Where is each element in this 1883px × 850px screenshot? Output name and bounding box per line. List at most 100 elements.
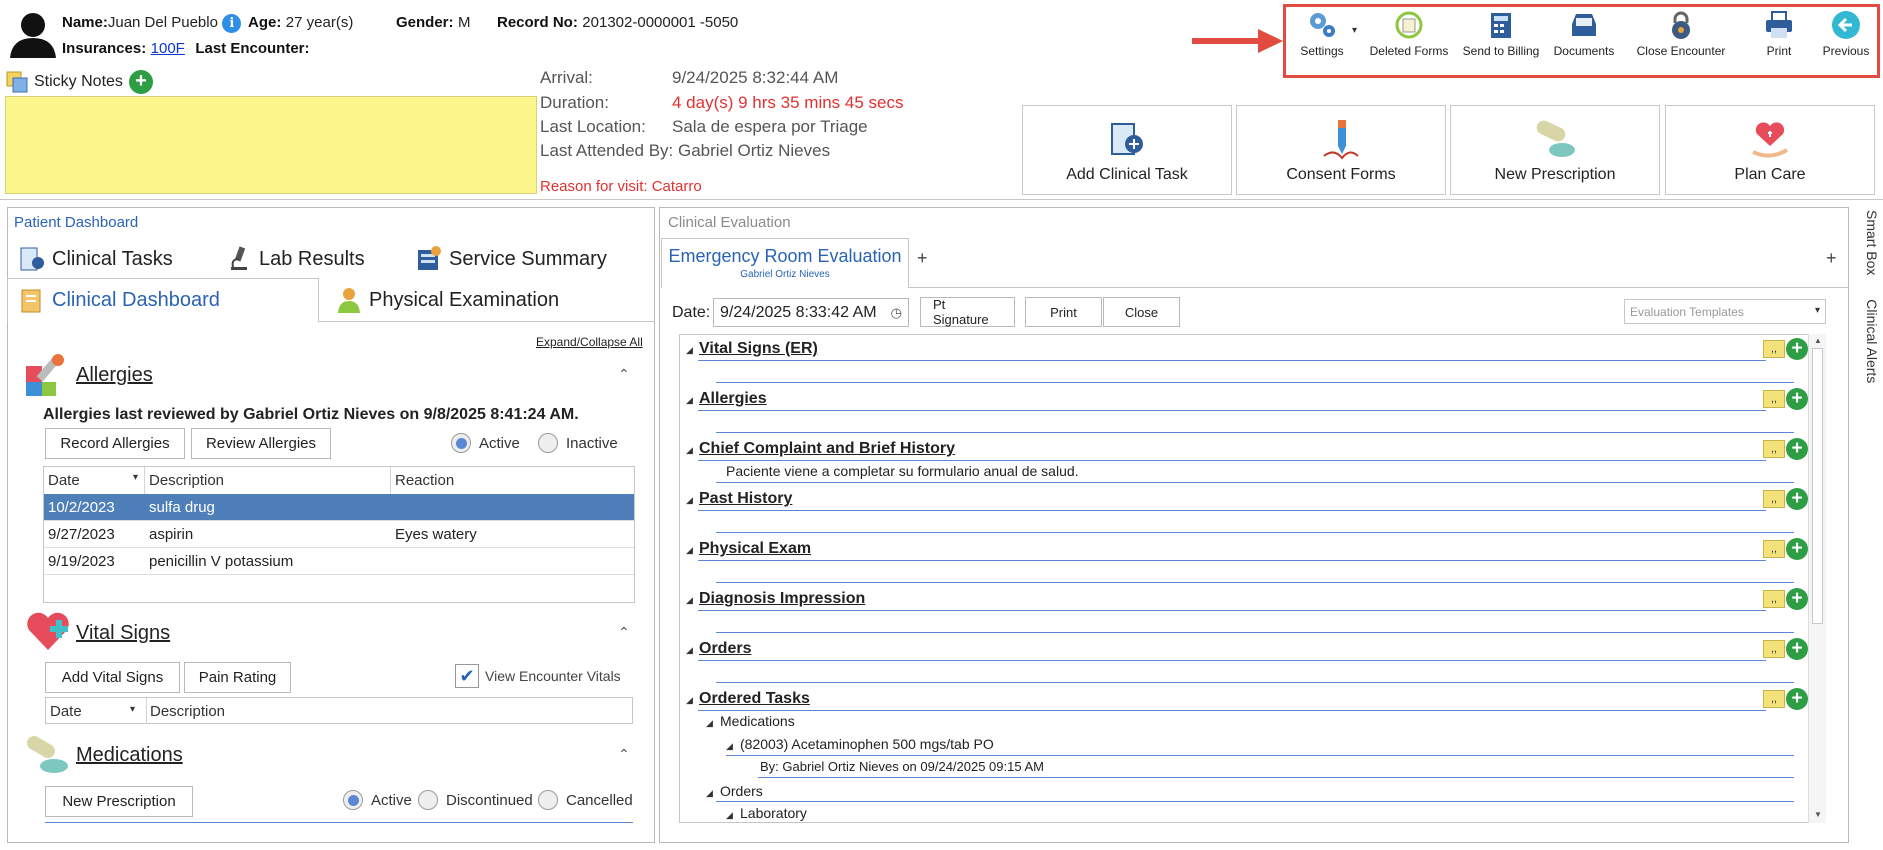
collapse-medications-icon[interactable]: ⌃ xyxy=(618,746,630,763)
add-section-item-button[interactable]: + xyxy=(1786,338,1808,360)
clinical-alerts-tab[interactable]: Clinical Alerts xyxy=(1864,299,1880,383)
evaluation-scrollbar[interactable]: ▲ ▼ xyxy=(1808,334,1826,823)
add-section-item-button[interactable]: + xyxy=(1786,638,1808,660)
quote-note-icon[interactable]: ,, xyxy=(1763,640,1785,658)
close-encounter-button[interactable]: Close Encounter xyxy=(1626,10,1736,58)
collapse-triangle-icon[interactable]: ◢ xyxy=(686,395,693,406)
tab-physical-examination[interactable]: Physical Examination xyxy=(335,286,559,314)
pain-rating-button[interactable]: Pain Rating xyxy=(184,662,291,693)
column-header-description[interactable]: Description xyxy=(145,467,391,494)
print-button[interactable]: Print xyxy=(1744,10,1814,58)
insurance-link[interactable]: 100F xyxy=(151,40,185,57)
add-tab-icon[interactable]: + xyxy=(917,248,928,269)
collapse-triangle-icon[interactable]: ◢ xyxy=(686,445,693,456)
column-header-date[interactable]: Date ▾ xyxy=(44,467,145,494)
pills-icon xyxy=(1536,120,1575,157)
add-section-item-button[interactable]: + xyxy=(1786,488,1808,510)
allergies-inactive-radio[interactable]: Inactive xyxy=(538,433,618,453)
evaluation-date-input[interactable]: 9/24/2025 8:33:42 AM ◷ xyxy=(713,298,909,327)
scroll-up-icon: ▲ xyxy=(1814,336,1822,345)
collapse-triangle-icon[interactable]: ◢ xyxy=(686,495,693,506)
record-allergies-button[interactable]: Record Allergies xyxy=(45,428,185,459)
tab-lab-results[interactable]: Lab Results xyxy=(225,245,365,273)
table-row[interactable]: 10/2/2023 sulfa drug xyxy=(44,494,634,521)
heart-hand-icon xyxy=(1752,122,1789,158)
tab-service-summary[interactable]: Service Summary xyxy=(415,245,607,273)
medications-cancelled-radio[interactable]: Cancelled xyxy=(538,790,633,810)
gear-icon xyxy=(1310,13,1335,37)
collapse-triangle-icon[interactable]: ◢ xyxy=(726,810,733,821)
collapse-allergies-icon[interactable]: ⌃ xyxy=(618,366,630,383)
evaluation-close-button[interactable]: Close xyxy=(1103,297,1180,327)
evaluation-sections: ◢ Vital Signs (ER) ,, + ◢ Allergies ,, +… xyxy=(679,334,1826,823)
medications-discontinued-radio[interactable]: Discontinued xyxy=(418,790,533,810)
vital-signs-title[interactable]: Vital Signs xyxy=(76,622,170,645)
consent-forms-button[interactable]: Consent Forms xyxy=(1236,105,1446,195)
column-header-reaction[interactable]: Reaction xyxy=(391,467,634,494)
previous-button[interactable]: Previous xyxy=(1814,10,1878,58)
pen-signature-icon xyxy=(1323,120,1359,160)
quote-note-icon[interactable]: ,, xyxy=(1763,440,1785,458)
evaluation-print-button[interactable]: Print xyxy=(1025,297,1102,327)
settings-button[interactable]: Settings xyxy=(1292,10,1352,58)
quote-note-icon[interactable]: ,, xyxy=(1763,390,1785,408)
smart-box-tab[interactable]: Smart Box xyxy=(1864,210,1880,275)
expand-collapse-all-link[interactable]: Expand/Collapse All xyxy=(536,335,643,349)
section-vital-signs-er: ◢ Vital Signs (ER) ,, + xyxy=(680,335,1820,385)
medications-table-edge xyxy=(45,822,633,825)
add-clinical-task-button[interactable]: Add Clinical Task xyxy=(1022,105,1232,195)
collapse-triangle-icon[interactable]: ◢ xyxy=(686,695,693,706)
settings-dropdown-icon[interactable]: ▾ xyxy=(1352,25,1357,36)
plan-care-button[interactable]: Plan Care xyxy=(1665,105,1875,195)
ordered-laboratory-label: Laboratory xyxy=(740,805,807,821)
allergies-active-radio[interactable]: Active xyxy=(451,433,520,453)
clinical-task-icon xyxy=(1111,123,1143,155)
chief-complaint-text: Paciente viene a completar su formulario… xyxy=(726,463,1079,479)
collapse-triangle-icon[interactable]: ◢ xyxy=(706,788,713,799)
view-encounter-vitals-checkbox[interactable]: ✔ View Encounter Vitals xyxy=(455,664,621,688)
lock-icon xyxy=(1672,11,1690,39)
quote-note-icon[interactable]: ,, xyxy=(1763,690,1785,708)
deleted-forms-button[interactable]: Deleted Forms xyxy=(1364,10,1454,58)
info-icon[interactable]: i xyxy=(222,14,242,33)
collapse-triangle-icon[interactable]: ◢ xyxy=(706,718,713,729)
date-label: Date: xyxy=(672,304,711,321)
tab-clinical-tasks[interactable]: Clinical Tasks xyxy=(18,245,173,273)
table-row[interactable]: 9/19/2023 penicillin V potassium xyxy=(44,548,634,575)
tab-clinical-dashboard[interactable]: Clinical Dashboard xyxy=(7,278,319,322)
evaluation-templates-select[interactable]: Evaluation Templates ▾ xyxy=(1624,299,1826,324)
service-summary-icon xyxy=(418,246,441,270)
chevron-down-icon: ▾ xyxy=(1814,305,1820,316)
pt-signature-button[interactable]: Pt Signature xyxy=(920,297,1015,327)
collapse-triangle-icon[interactable]: ◢ xyxy=(686,645,693,656)
medications-active-radio[interactable]: Active xyxy=(343,790,412,810)
send-to-billing-button[interactable]: Send to Billing xyxy=(1456,10,1546,58)
quote-note-icon[interactable]: ,, xyxy=(1763,340,1785,358)
documents-button[interactable]: Documents xyxy=(1544,10,1624,58)
quote-note-icon[interactable]: ,, xyxy=(1763,490,1785,508)
add-section-item-button[interactable]: + xyxy=(1786,388,1808,410)
collapse-triangle-icon[interactable]: ◢ xyxy=(686,345,693,356)
patient-name: Juan Del Pueblo xyxy=(107,14,218,31)
new-prescription-button[interactable]: New Prescription xyxy=(1450,105,1660,195)
tab-emergency-room-evaluation[interactable]: Emergency Room Evaluation Gabriel Ortiz … xyxy=(661,238,909,288)
ordered-medication-item[interactable]: (82003) Acetaminophen 500 mgs/tab PO xyxy=(740,736,994,752)
table-row[interactable]: 9/27/2023 aspirin Eyes watery xyxy=(44,521,634,548)
quote-note-icon[interactable]: ,, xyxy=(1763,590,1785,608)
review-allergies-button[interactable]: Review Allergies xyxy=(191,428,331,459)
medications-title[interactable]: Medications xyxy=(76,744,183,767)
add-panel-icon[interactable]: + xyxy=(1826,248,1837,269)
new-prescription-small-button[interactable]: New Prescription xyxy=(45,786,193,817)
collapse-vital-signs-icon[interactable]: ⌃ xyxy=(618,624,630,641)
calendar-icon[interactable]: ◷ xyxy=(891,305,902,321)
collapse-triangle-icon[interactable]: ◢ xyxy=(686,595,693,606)
allergies-title[interactable]: Allergies xyxy=(76,364,153,387)
add-section-item-button[interactable]: + xyxy=(1786,438,1808,460)
add-section-item-button[interactable]: + xyxy=(1786,688,1808,710)
collapse-triangle-icon[interactable]: ◢ xyxy=(726,741,733,752)
quote-note-icon[interactable]: ,, xyxy=(1763,540,1785,558)
add-section-item-button[interactable]: + xyxy=(1786,588,1808,610)
add-section-item-button[interactable]: + xyxy=(1786,538,1808,560)
add-vital-signs-button[interactable]: Add Vital Signs xyxy=(45,662,180,693)
collapse-triangle-icon[interactable]: ◢ xyxy=(686,545,693,556)
